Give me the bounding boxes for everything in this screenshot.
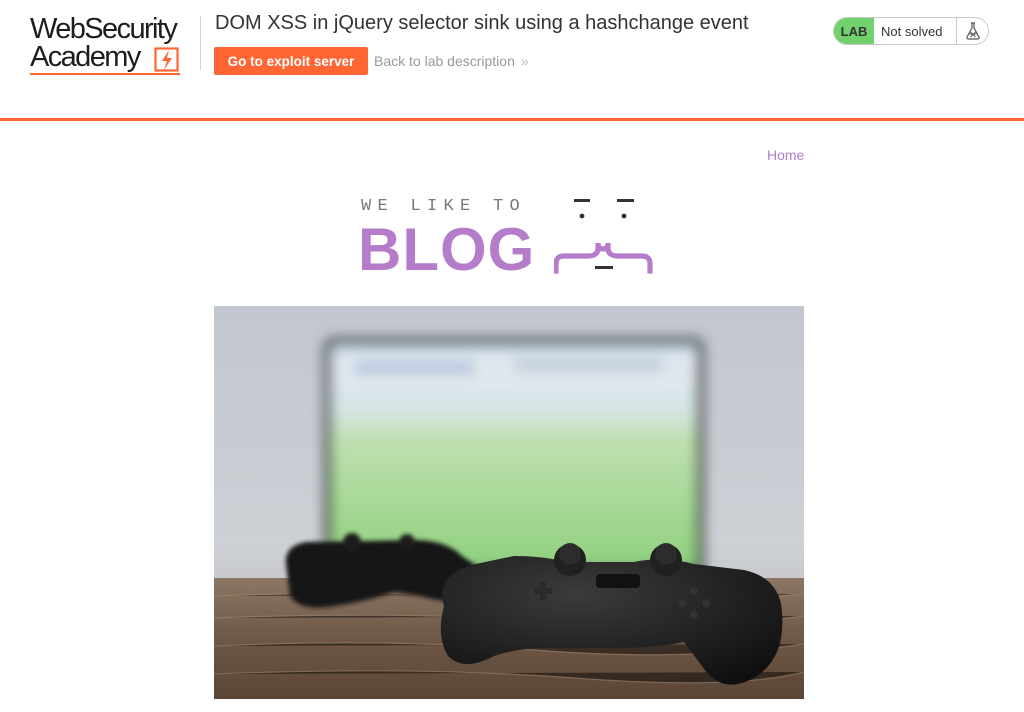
back-link-label: Back to lab description <box>374 53 515 69</box>
blog-banner-logo: WE LIKE TO BLOG <box>358 195 658 283</box>
blog-face-icon <box>554 199 653 274</box>
lab-status-badge: LAB <box>834 18 874 44</box>
logo-text-line2: Academy <box>30 41 141 73</box>
web-security-academy-logo[interactable]: WebSecurity Academy <box>30 14 205 80</box>
lab-status-text: Not solved <box>881 23 943 39</box>
lab-status-widget: LAB Not solved <box>833 17 989 45</box>
double-chevron-right-icon: » <box>520 53 529 69</box>
banner-title: BLOG <box>358 216 536 283</box>
flask-icon <box>956 18 988 44</box>
back-to-lab-description-link[interactable]: Back to lab description » <box>374 52 529 70</box>
gaming-controllers-image <box>214 306 804 699</box>
blog-post-image[interactable] <box>214 306 804 699</box>
logo-underline <box>30 73 180 75</box>
nav-home-link[interactable]: Home <box>767 147 804 163</box>
academy-header: WebSecurity Academy DOM XSS in jQuery se… <box>0 0 1024 121</box>
lightning-bolt-icon <box>154 47 179 72</box>
go-to-exploit-server-button[interactable]: Go to exploit server <box>214 47 368 75</box>
logo-text-line1: WebSecurity <box>30 13 178 45</box>
header-divider <box>200 16 201 70</box>
banner-tagline: WE LIKE TO <box>361 197 527 216</box>
lab-title: DOM XSS in jQuery selector sink using a … <box>215 12 749 34</box>
